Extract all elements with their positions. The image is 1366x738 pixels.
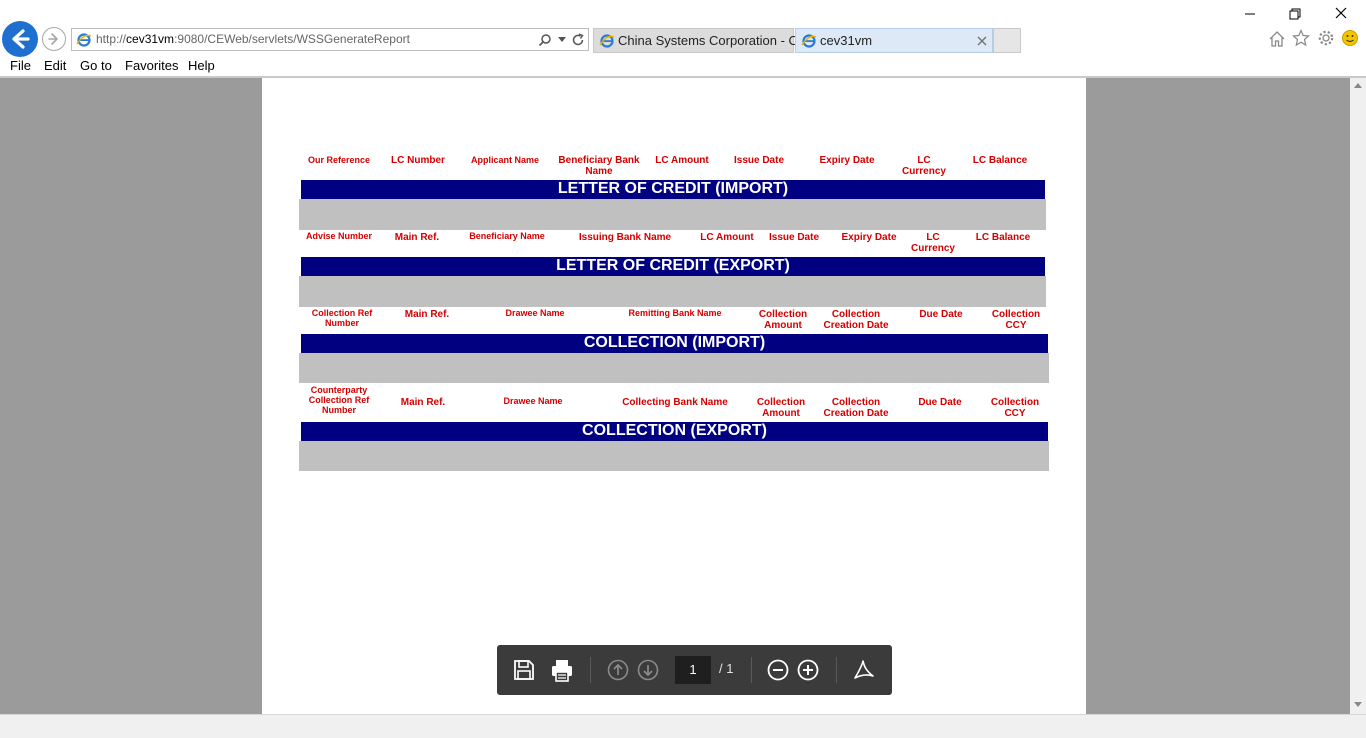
search-icon[interactable]	[538, 33, 552, 47]
toolbar-separator	[590, 657, 591, 683]
zoom-in-icon[interactable]	[797, 659, 819, 681]
header-collection-ref-number: Collection Ref Number	[311, 308, 373, 328]
toolbar-separator	[751, 657, 752, 683]
tab-china-systems[interactable]: China Systems Corporation - C...	[593, 28, 809, 53]
toolbar-separator	[836, 657, 837, 683]
header-drawee-name: Drawee Name	[503, 396, 563, 406]
header-collection-creation-date: Collection Creation Date	[823, 397, 889, 419]
header-main-ref: Main Ref.	[404, 309, 450, 320]
zoom-out-icon[interactable]	[767, 659, 789, 681]
save-icon[interactable]	[512, 658, 536, 682]
empty-data-row	[299, 276, 1046, 307]
header-collection-amount: Collection Amount	[758, 309, 808, 331]
header-lc-number: LC Number	[391, 155, 445, 166]
back-button[interactable]	[2, 21, 38, 57]
header-due-date: Due Date	[919, 309, 963, 320]
header-our-reference: Our Reference	[307, 155, 371, 165]
close-window-icon[interactable]	[1326, 4, 1356, 24]
scroll-down-icon[interactable]	[1354, 702, 1362, 708]
header-collection-amount: Collection Amount	[756, 397, 806, 419]
header-beneficiary-name: Beneficiary Name	[469, 231, 545, 241]
header-expiry-date: Expiry Date	[841, 232, 897, 243]
new-tab-button[interactable]	[993, 28, 1021, 53]
tab-label: China Systems Corporation - C...	[618, 33, 809, 48]
header-collection-creation-date: Collection Creation Date	[823, 309, 889, 331]
header-lc-currency: LC Currency	[902, 155, 946, 177]
page-total: / 1	[719, 661, 734, 676]
header-issue-date: Issue Date	[733, 155, 785, 166]
forward-button[interactable]	[42, 27, 66, 51]
header-remitting-bank-name: Remitting Bank Name	[628, 308, 722, 318]
header-lc-amount: LC Amount	[700, 232, 754, 243]
refresh-icon[interactable]	[571, 33, 585, 47]
status-bar	[0, 714, 1366, 738]
page-number-input[interactable]: 1	[675, 656, 711, 684]
address-url: http://cev31vm:9080/CEWeb/servlets/WSSGe…	[96, 32, 410, 46]
close-tab-icon[interactable]	[977, 36, 987, 46]
header-main-ref: Main Ref.	[394, 232, 440, 243]
pdf-toolbar: 1 / 1	[497, 645, 892, 695]
section-title-collection-import: COLLECTION (IMPORT)	[301, 334, 1048, 353]
menu-help[interactable]: Help	[188, 58, 215, 73]
section-title-lc-export: LETTER OF CREDIT (EXPORT)	[301, 257, 1045, 276]
header-expiry-date: Expiry Date	[819, 155, 875, 166]
menu-favorites[interactable]: Favorites	[125, 58, 178, 73]
empty-data-row	[299, 199, 1046, 230]
pdf-page: Our Reference LC Number Applicant Name B…	[262, 78, 1086, 714]
header-lc-currency: LC Currency	[911, 232, 955, 254]
header-issue-date: Issue Date	[768, 232, 820, 243]
tab-label: cev31vm	[820, 33, 873, 48]
restore-icon[interactable]	[1280, 4, 1310, 24]
adobe-acrobat-icon[interactable]	[851, 657, 877, 683]
favorites-star-icon[interactable]	[1292, 29, 1310, 47]
section-title-collection-export: COLLECTION (EXPORT)	[301, 422, 1048, 441]
header-main-ref: Main Ref.	[400, 397, 446, 408]
header-due-date: Due Date	[918, 397, 962, 408]
header-collection-ccy: Collection CCY	[991, 309, 1041, 331]
vertical-scrollbar[interactable]	[1350, 78, 1366, 714]
scroll-up-icon[interactable]	[1354, 82, 1362, 88]
header-counterparty-collection-ref-number: Counterparty Collection Ref Number	[308, 385, 370, 415]
menu-bar: File Edit Go to Favorites Help	[0, 56, 1366, 76]
menu-go-to[interactable]: Go to	[80, 58, 112, 73]
address-bar[interactable]: http://cev31vm:9080/CEWeb/servlets/WSSGe…	[71, 28, 589, 51]
arrow-left-icon	[12, 29, 30, 49]
ie-icon	[599, 34, 615, 48]
header-lc-balance: LC Balance	[975, 232, 1031, 243]
header-beneficiary-bank-name: Beneficiary Bank Name	[558, 155, 640, 177]
next-page-icon[interactable]	[637, 659, 659, 681]
header-advise-number: Advise Number	[305, 231, 373, 241]
header-collecting-bank-name: Collecting Bank Name	[622, 397, 728, 408]
tab-cev31vm[interactable]: cev31vm	[795, 28, 993, 53]
previous-page-icon[interactable]	[607, 659, 629, 681]
empty-data-row	[299, 441, 1049, 471]
header-lc-balance: LC Balance	[972, 155, 1028, 166]
print-icon[interactable]	[549, 657, 575, 683]
header-drawee-name: Drawee Name	[505, 308, 565, 318]
ie-icon	[76, 33, 92, 47]
section-title-lc-import: LETTER OF CREDIT (IMPORT)	[301, 180, 1045, 199]
home-icon[interactable]	[1268, 30, 1286, 48]
menu-file[interactable]: File	[10, 58, 31, 73]
browser-chrome: http://cev31vm:9080/CEWeb/servlets/WSSGe…	[0, 0, 1366, 78]
header-lc-amount: LC Amount	[655, 155, 709, 166]
chevron-down-icon[interactable]	[558, 37, 566, 43]
menu-edit[interactable]: Edit	[44, 58, 66, 73]
empty-data-row	[299, 353, 1049, 383]
header-collection-ccy: Collection CCY	[990, 397, 1040, 419]
arrow-right-icon	[48, 33, 58, 45]
gear-icon[interactable]	[1317, 29, 1335, 47]
header-issuing-bank-name: Issuing Bank Name	[578, 232, 672, 243]
smiley-feedback-icon[interactable]	[1341, 29, 1359, 47]
header-applicant-name: Applicant Name	[470, 155, 539, 165]
minimize-icon[interactable]	[1235, 4, 1265, 24]
ie-icon	[801, 34, 817, 48]
